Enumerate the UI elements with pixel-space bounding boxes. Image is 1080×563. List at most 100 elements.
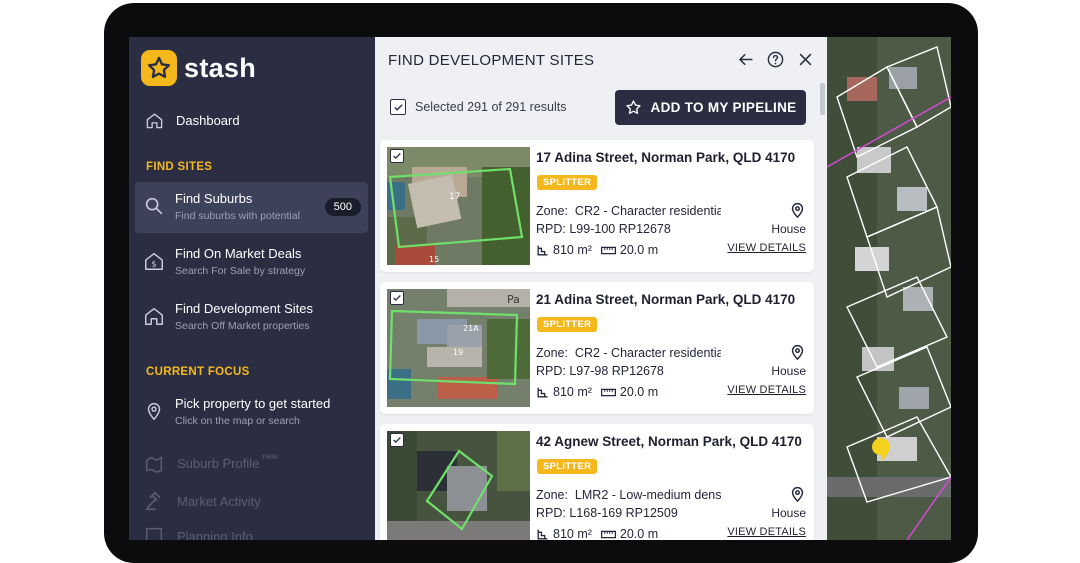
svg-text:$: $	[151, 259, 156, 269]
star-icon	[625, 100, 641, 114]
strategy-tag: SPLITTER	[537, 175, 598, 190]
rpd-label: RPD:	[536, 364, 566, 378]
home-icon	[146, 113, 163, 129]
current-focus-heading: CURRENT FOCUS	[146, 366, 250, 378]
panel-controls	[735, 49, 815, 69]
land-area-icon	[537, 529, 548, 539]
rpd-value: L99-100 RP12678	[569, 222, 671, 236]
find-sites-heading: FIND SITES	[146, 161, 213, 173]
lot-label: 21A	[463, 324, 479, 333]
ruler-icon	[600, 246, 616, 254]
ruler-icon	[600, 388, 616, 396]
frontage: 20.0 m	[619, 385, 659, 399]
aerial-thumbnail	[387, 431, 530, 540]
count-badge: 500	[324, 198, 361, 216]
select-all-row[interactable]: Selected 291 of 291 results	[390, 99, 567, 115]
nav-dashboard[interactable]: Dashboard	[145, 111, 240, 130]
view-details-link[interactable]: VIEW DETAILS	[727, 242, 806, 254]
rpd-label: RPD:	[536, 506, 566, 520]
zone-value: CR2 - Character residential	[574, 346, 721, 360]
zone-row: Zone: CR2 - Character residential	[536, 346, 721, 360]
add-button-label: ADD TO MY PIPELINE	[650, 100, 797, 115]
zone-label: Zone:	[536, 346, 568, 360]
result-checkbox[interactable]	[390, 433, 404, 447]
lot-label: 19	[453, 348, 463, 357]
result-address[interactable]: 17 Adina Street, Norman Park, QLD 4170	[536, 150, 795, 165]
map-building-icon	[145, 456, 163, 473]
location-pin-icon	[147, 403, 161, 421]
map-pin-icon[interactable]	[789, 484, 806, 504]
rpd-value: L168-169 RP12509	[569, 506, 678, 520]
planning-icon	[145, 527, 163, 540]
zone-value: LMR2 - Low-medium density residential	[574, 488, 721, 502]
sidebar-item-subtitle: Search For Sale by strategy	[175, 265, 306, 277]
sidebar-item-market-activity: Market Activity	[143, 490, 261, 512]
measurements: 810 m² 20.0 m	[536, 243, 667, 257]
strategy-tag: SPLITTER	[537, 459, 598, 474]
zone-label: Zone:	[536, 488, 568, 502]
result-checkbox[interactable]	[390, 291, 404, 305]
land-area: 810 m²	[553, 243, 592, 257]
new-tag: new	[262, 451, 278, 461]
help-icon[interactable]	[765, 49, 785, 69]
zone-row: Zone: LMR2 - Low-medium density resident…	[536, 488, 721, 502]
rpd-row: RPD: L99-100 RP12678	[536, 222, 671, 236]
zone-label: Zone:	[536, 204, 568, 218]
land-area-icon	[537, 387, 548, 397]
result-card[interactable]: Pa 21A 19 21 Adina Street, Norman Park, …	[380, 282, 814, 414]
frontage: 20.0 m	[619, 527, 659, 540]
view-details-link[interactable]: VIEW DETAILS	[727, 526, 806, 538]
sidebar-item-label: Suburb Profile	[177, 455, 260, 471]
result-card[interactable]: 42 Agnew Street, Norman Park, QLD 4170 S…	[380, 424, 814, 540]
measurements: 810 m² 20.0 m	[536, 527, 667, 540]
map-pin-icon[interactable]	[789, 200, 806, 220]
sidebar-item-planning-info: Planning Info	[143, 525, 253, 540]
sidebar-item-find-on-market-deals[interactable]: $ Find On Market Deals Search For Sale b…	[135, 237, 368, 288]
scrollbar[interactable]	[820, 83, 825, 115]
zone-value: CR2 - Character residential	[574, 204, 721, 218]
sidebar-item-subtitle: Click on the map or search	[175, 415, 300, 427]
back-arrow-icon[interactable]	[735, 49, 755, 69]
sidebar-item-title: Pick property to get started	[175, 396, 331, 411]
sidebar-item-subtitle: Find suburbs with potential	[175, 210, 300, 222]
rpd-label: RPD:	[536, 222, 566, 236]
sidebar-item-find-development-sites[interactable]: Find Development Sites Search Off Market…	[135, 292, 368, 343]
lot-label: Pa	[507, 293, 520, 306]
map-pin-icon[interactable]	[789, 342, 806, 362]
rpd-row: RPD: L97-98 RP12678	[536, 364, 664, 378]
close-icon[interactable]	[795, 49, 815, 69]
land-area-icon	[537, 245, 548, 255]
panel-title: FIND DEVELOPMENT SITES	[388, 52, 595, 69]
property-type: House	[771, 222, 806, 236]
result-card[interactable]: 17 15 17 Adina Street, Norman Park, QLD …	[380, 140, 814, 272]
measurements: 810 m² 20.0 m	[536, 385, 667, 399]
aerial-thumbnail: Pa 21A 19	[387, 289, 530, 407]
rpd-row: RPD: L168-169 RP12509	[536, 506, 678, 520]
selection-count: Selected 291 of 291 results	[415, 100, 567, 114]
sidebar-item-find-suburbs[interactable]: Find Suburbs Find suburbs with potential…	[135, 182, 368, 233]
sidebar-item-title: Find Suburbs	[175, 191, 253, 206]
star-logo-icon	[141, 50, 177, 86]
home-outline-icon	[145, 307, 163, 325]
zone-row: Zone: CR2 - Character residential	[536, 204, 721, 218]
house-dollar-icon: $	[145, 252, 163, 270]
search-icon	[145, 197, 163, 215]
app-screen: stash Dashboard FIND SITES Find Suburbs …	[129, 37, 951, 540]
result-address[interactable]: 21 Adina Street, Norman Park, QLD 4170	[536, 292, 795, 307]
result-address[interactable]: 42 Agnew Street, Norman Park, QLD 4170	[536, 434, 802, 449]
select-all-checkbox[interactable]	[390, 99, 406, 115]
property-type: House	[771, 364, 806, 378]
dashboard-label: Dashboard	[176, 113, 240, 128]
view-details-link[interactable]: VIEW DETAILS	[727, 384, 806, 396]
lot-label: 17	[449, 192, 460, 202]
add-to-pipeline-button[interactable]: ADD TO MY PIPELINE	[615, 90, 806, 125]
logo[interactable]: stash	[141, 50, 256, 86]
land-area: 810 m²	[553, 527, 592, 540]
result-checkbox[interactable]	[390, 149, 404, 163]
strategy-tag: SPLITTER	[537, 317, 598, 332]
sidebar-item-pick-property[interactable]: Pick property to get started Click on th…	[135, 387, 368, 438]
rpd-value: L97-98 RP12678	[569, 364, 664, 378]
aerial-map[interactable]	[827, 37, 951, 540]
sidebar: stash Dashboard FIND SITES Find Suburbs …	[129, 37, 375, 540]
sidebar-item-suburb-profile: Suburb Profile new	[143, 451, 278, 474]
